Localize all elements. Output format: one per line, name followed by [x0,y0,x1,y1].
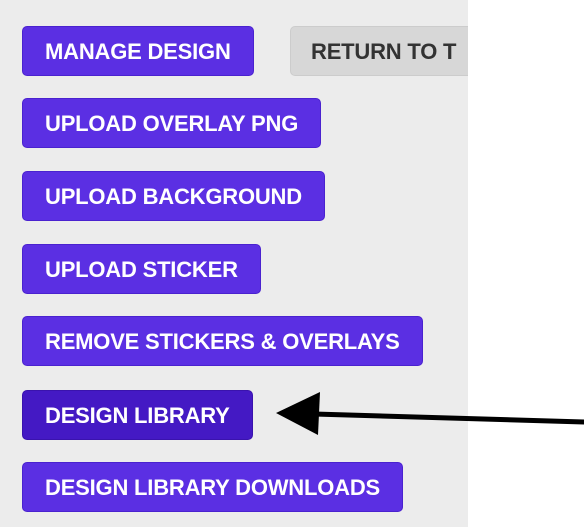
design-library-downloads-button[interactable]: DESIGN LIBRARY DOWNLOADS [22,462,403,512]
manage-design-button[interactable]: MANAGE DESIGN [22,26,254,76]
upload-sticker-button[interactable]: UPLOAD STICKER [22,244,261,294]
screenshot-stage: MANAGE DESIGN RETURN TO T UPLOAD OVERLAY… [0,0,584,527]
design-library-button[interactable]: DESIGN LIBRARY [22,390,253,440]
upload-overlay-png-button[interactable]: UPLOAD OVERLAY PNG [22,98,322,148]
upload-background-button[interactable]: UPLOAD BACKGROUND [22,171,325,221]
return-to-button[interactable]: RETURN TO T [290,26,468,76]
design-actions-panel: MANAGE DESIGN RETURN TO T UPLOAD OVERLAY… [0,0,468,527]
remove-stickers-overlays-button[interactable]: REMOVE STICKERS & OVERLAYS [22,316,423,366]
